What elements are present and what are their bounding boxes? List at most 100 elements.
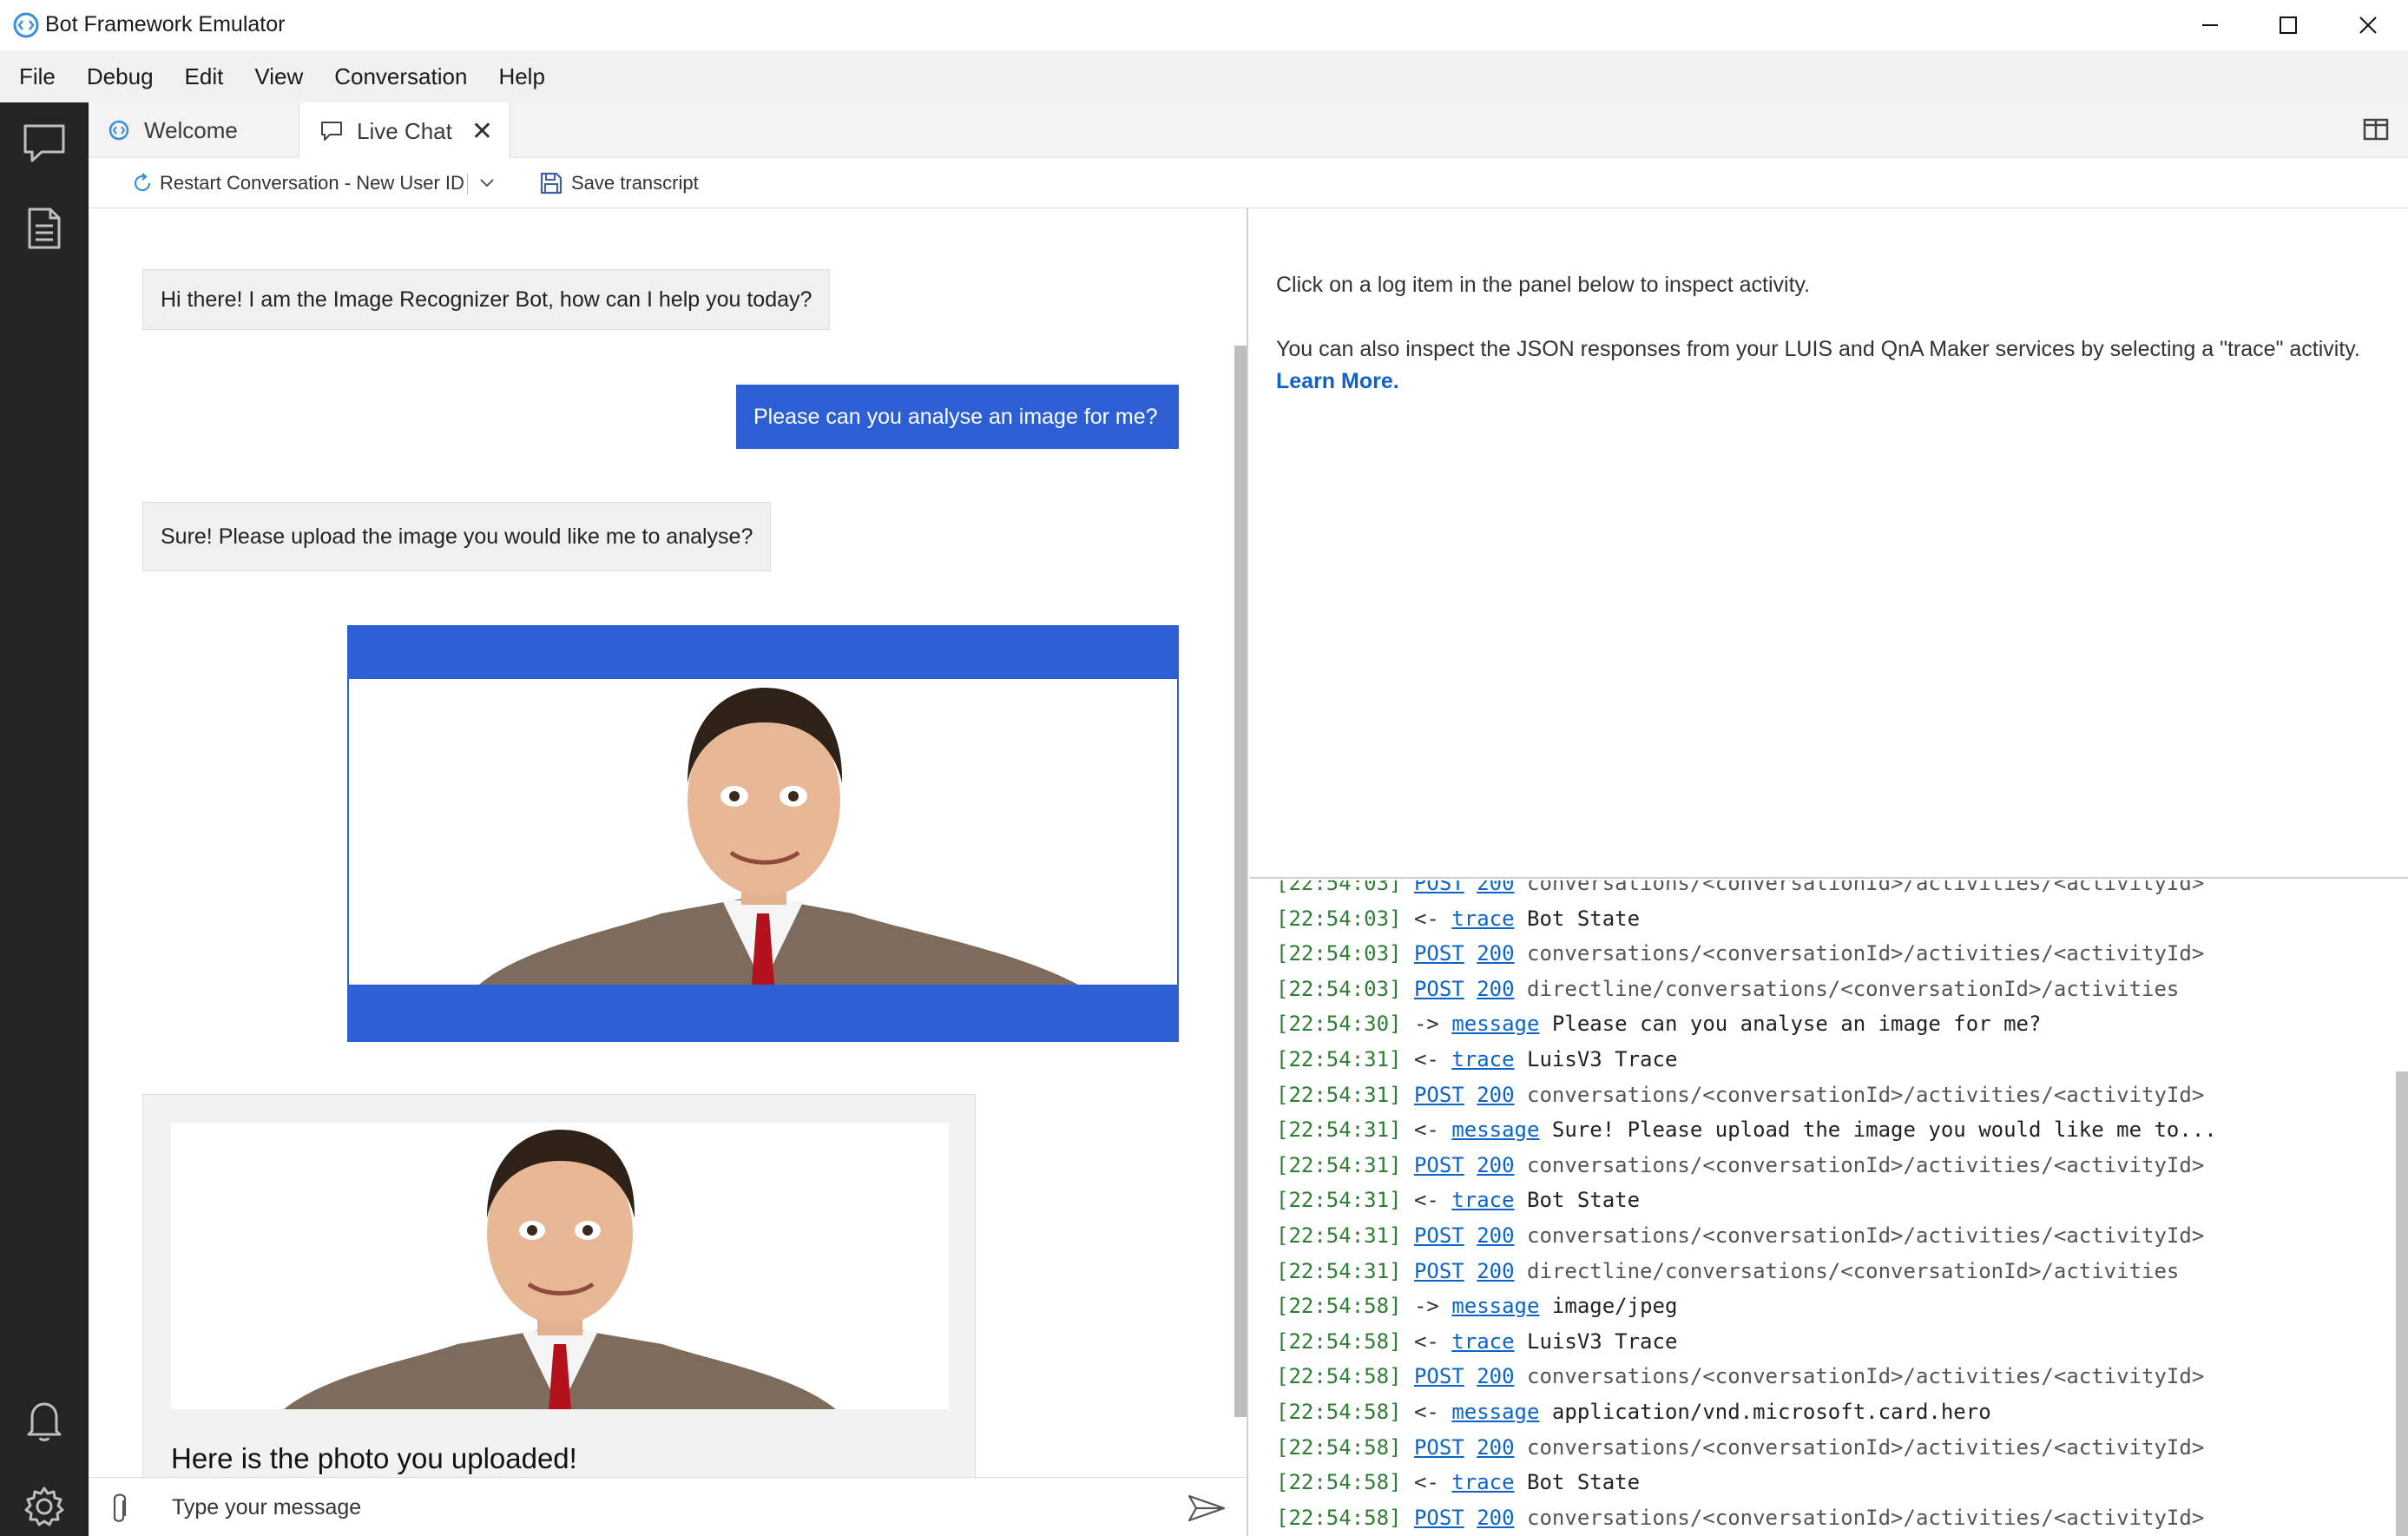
log-entry[interactable]: [22:54:58] <- message application/vnd.mi… — [1276, 1396, 1991, 1427]
log-activity-link[interactable]: POST — [1414, 1364, 1464, 1388]
menu-help[interactable]: Help — [498, 63, 544, 90]
tab-welcome-label: Welcome — [144, 116, 238, 143]
log-direction: <- — [1413, 1188, 1439, 1213]
log-status-code[interactable]: 200 — [1477, 1506, 1514, 1530]
log-activity-link[interactable]: message — [1451, 1117, 1539, 1142]
tab-live-chat[interactable]: Live Chat ✕ — [299, 102, 510, 160]
log-entry[interactable]: [22:54:03] POST 200 conversations/<conve… — [1276, 938, 2204, 969]
minimize-icon — [2202, 24, 2218, 26]
log-status-code[interactable]: 200 — [1477, 941, 1514, 966]
log-status-code[interactable]: 200 — [1477, 1083, 1514, 1107]
log-status-code[interactable]: 200 — [1477, 880, 1514, 895]
bot-message: Sure! Please upload the image you would … — [142, 502, 772, 571]
log-activity-link[interactable]: POST — [1414, 1083, 1464, 1107]
log-activity-link[interactable]: POST — [1414, 941, 1464, 966]
log-status-code[interactable]: 200 — [1477, 1223, 1514, 1248]
log-activity-link[interactable]: POST — [1414, 1506, 1464, 1530]
log-status-code[interactable]: 200 — [1477, 977, 1514, 1001]
log-activity-link[interactable]: trace — [1451, 1329, 1514, 1354]
restart-conversation-button[interactable]: Restart Conversation - New User ID — [132, 172, 464, 194]
log-text: conversations/<conversationId>/activitie… — [1527, 1082, 2205, 1107]
chat-scrollbar[interactable] — [1234, 346, 1247, 1417]
log-entry[interactable]: [22:54:31] POST 200 conversations/<conve… — [1276, 1220, 2204, 1251]
log-entry[interactable]: [22:54:30] -> message Please can you ana… — [1276, 1008, 2041, 1039]
log-entry[interactable]: [22:54:03] POST 200 conversations/<conve… — [1276, 880, 2204, 899]
log-entry[interactable]: [22:54:03] <- trace Bot State — [1276, 903, 1640, 934]
log-status-code[interactable]: 200 — [1477, 1153, 1514, 1177]
send-icon[interactable] — [1188, 1493, 1226, 1527]
bot-explorer-button[interactable] — [19, 118, 69, 168]
activity-bar — [0, 102, 89, 1536]
log-entry[interactable]: [22:54:58] <- trace LuisV3 Trace — [1276, 1326, 1677, 1357]
log-direction: <- — [1413, 1470, 1439, 1495]
log-entry[interactable]: [22:54:58] POST 200 conversations/<conve… — [1276, 1432, 2204, 1463]
log-text: conversations/<conversationId>/activitie… — [1527, 1364, 2205, 1389]
log-timestamp: [22:54:58] — [1276, 1400, 1402, 1424]
close-tab-icon[interactable]: ✕ — [471, 116, 493, 147]
log-timestamp: [22:54:03] — [1276, 976, 1402, 1001]
user-image-attachment[interactable] — [347, 625, 1179, 1042]
log-activity-link[interactable]: message — [1451, 1400, 1539, 1424]
log-entry[interactable]: [22:54:58] POST 200 conversations/<conve… — [1276, 1502, 2204, 1533]
log-status-code[interactable]: 200 — [1477, 1435, 1514, 1460]
log-activity-link[interactable]: POST — [1414, 1153, 1464, 1177]
tab-welcome[interactable]: Welcome — [89, 102, 297, 158]
log-status-code[interactable]: 200 — [1477, 1259, 1514, 1283]
maximize-button[interactable] — [2248, 0, 2328, 50]
split-view-icon[interactable] — [2363, 118, 2389, 145]
log-timestamp: [22:54:31] — [1276, 1047, 1402, 1071]
menu-conversation[interactable]: Conversation — [334, 63, 467, 90]
close-window-button[interactable] — [2328, 0, 2408, 50]
hero-card-image — [171, 1123, 949, 1409]
menu-view[interactable]: View — [254, 63, 303, 90]
log-entry[interactable]: [22:54:31] <- message Sure! Please uploa… — [1276, 1114, 2217, 1145]
save-transcript-button[interactable]: Save transcript — [540, 172, 699, 194]
message-input[interactable] — [172, 1488, 1161, 1526]
log-panel: [22:54:03] POST 200 conversations/<conve… — [1250, 880, 2408, 1536]
log-status-code[interactable]: 200 — [1477, 1364, 1514, 1388]
log-activity-link[interactable]: trace — [1451, 906, 1514, 931]
log-entry[interactable]: [22:54:31] <- trace LuisV3 Trace — [1276, 1044, 1677, 1075]
menu-bar: File Debug Edit View Conversation Help — [0, 50, 2408, 102]
log-activity-link[interactable]: trace — [1451, 1188, 1514, 1212]
log-entry[interactable]: [22:54:31] <- trace Bot State — [1276, 1184, 1640, 1216]
gear-icon — [24, 1487, 64, 1526]
log-entry[interactable]: [22:54:58] POST 200 conversations/<conve… — [1276, 1361, 2204, 1392]
log-entry[interactable]: [22:54:03] POST 200 directline/conversat… — [1276, 973, 2179, 1005]
chevron-down-icon[interactable] — [477, 174, 497, 197]
log-timestamp: [22:54:31] — [1276, 1188, 1402, 1213]
user-message-text: Please can you analyse an image for me? — [753, 404, 1158, 429]
log-activity-link[interactable]: POST — [1414, 1259, 1464, 1283]
resources-button[interactable] — [19, 203, 69, 254]
refresh-icon — [132, 173, 153, 194]
menu-debug[interactable]: Debug — [87, 63, 154, 90]
settings-button[interactable] — [19, 1481, 69, 1532]
attachment-paperclip-icon[interactable] — [108, 1492, 130, 1531]
log-entry[interactable]: [22:54:58] <- trace Bot State — [1276, 1467, 1640, 1498]
portrait-photo-image — [171, 1123, 949, 1409]
bot-framework-icon — [108, 119, 130, 142]
maximize-icon — [2280, 16, 2297, 34]
log-activity-link[interactable]: message — [1451, 1294, 1539, 1318]
log-entry[interactable]: [22:54:58] -> message image/jpeg — [1276, 1290, 1677, 1322]
log-activity-link[interactable]: trace — [1451, 1047, 1514, 1071]
log-activity-link[interactable]: POST — [1414, 977, 1464, 1001]
log-activity-link[interactable]: message — [1451, 1012, 1539, 1036]
log-activity-link[interactable]: POST — [1414, 880, 1464, 895]
hero-card-text: Here is the photo you uploaded! — [171, 1442, 577, 1474]
log-activity-link[interactable]: POST — [1414, 1435, 1464, 1460]
minimize-button[interactable] — [2170, 0, 2250, 50]
log-activity-link[interactable]: trace — [1451, 1470, 1514, 1494]
menu-file[interactable]: File — [19, 63, 56, 90]
menu-edit[interactable]: Edit — [185, 63, 224, 90]
notifications-button[interactable] — [19, 1396, 69, 1447]
log-activity-link[interactable]: POST — [1414, 1223, 1464, 1248]
log-text: conversations/<conversationId>/activitie… — [1527, 1434, 2205, 1460]
log-scrollbar[interactable] — [2396, 1071, 2408, 1536]
log-text: LuisV3 Trace — [1527, 1328, 1678, 1354]
chat-icon — [23, 124, 65, 162]
learn-more-link[interactable]: Learn More. — [1276, 369, 1399, 393]
log-entry[interactable]: [22:54:31] POST 200 conversations/<conve… — [1276, 1150, 2204, 1181]
log-entry[interactable]: [22:54:31] POST 200 directline/conversat… — [1276, 1256, 2179, 1287]
log-entry[interactable]: [22:54:31] POST 200 conversations/<conve… — [1276, 1079, 2204, 1111]
